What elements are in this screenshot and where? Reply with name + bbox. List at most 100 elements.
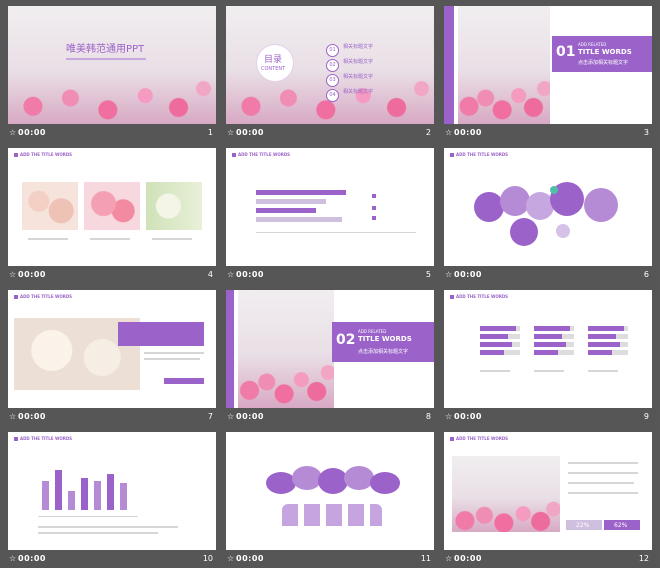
hbar-fill — [588, 342, 620, 347]
slide-thumbnail-8[interactable]: 02 ADD RELATED TITLE WORDS 点击添加相关标题文字 ☆ … — [226, 290, 434, 426]
slide-10-number: 10 — [202, 554, 213, 563]
text-line — [90, 238, 130, 240]
slide-thumbnail-10[interactable]: ADD THE TITLE WORDS ☆ 00:00 10 — [8, 432, 216, 568]
slide-5-title: ADD THE TITLE WORDS — [232, 152, 290, 157]
column-chart — [38, 466, 138, 510]
slide-2-time: 00:00 — [236, 128, 264, 137]
floral-image — [452, 456, 560, 532]
hbar — [534, 350, 574, 355]
hbar-fill — [534, 326, 570, 331]
slide-11-time: 00:00 — [236, 554, 264, 563]
hbar-fill — [588, 326, 624, 331]
text-line — [38, 532, 158, 534]
section-heading: TITLE WORDS — [358, 335, 412, 343]
text-line — [568, 472, 638, 474]
text-line — [568, 482, 634, 484]
star-icon: ☆ — [445, 554, 453, 563]
hbar-fill — [480, 326, 516, 331]
star-icon: ☆ — [445, 270, 453, 279]
slide-6-title: ADD THE TITLE WORDS — [450, 152, 508, 157]
bubble — [500, 186, 530, 216]
hbar-fill — [480, 350, 504, 355]
slide-5-number: 5 — [425, 270, 431, 279]
legend-marker — [372, 206, 376, 210]
percent-1: 22% — [576, 522, 590, 529]
toc-item-label: 相关标题文字 — [343, 44, 374, 50]
hbar-fill — [480, 334, 508, 339]
slide-thumbnail-4[interactable]: ADD THE TITLE WORDS ☆ 00:00 4 — [8, 148, 216, 284]
column-bar — [42, 481, 49, 510]
floral-image — [458, 6, 550, 124]
slide-7-number: 7 — [207, 412, 213, 421]
bubble-small — [556, 224, 570, 238]
slide-3-meta: ☆ 00:00 3 — [444, 126, 652, 140]
star-icon: ☆ — [9, 554, 17, 563]
slide-12-canvas: ADD THE TITLE WORDS 22% 62% — [444, 432, 652, 550]
slide-thumbnail-2[interactable]: 目录 CONTENT 01 相关标题文字 02 相关标题文字 03 相关标题文字 04 相关标… — [226, 6, 434, 142]
dot-accent — [550, 186, 558, 194]
toc-item: 04 相关标题文字 — [326, 81, 373, 102]
text-line — [588, 370, 618, 372]
slide-thumbnail-6[interactable]: ADD THE TITLE WORDS ☆ 00:00 6 — [444, 148, 652, 284]
hbar — [256, 190, 346, 195]
percent-box: 62% — [604, 520, 640, 530]
slide-thumbnail-1[interactable]: 唯美韩范通用PPT ☆ 00:00 1 — [8, 6, 216, 142]
toc-item-label: 相关标题文字 — [343, 74, 374, 80]
star-icon: ☆ — [227, 412, 235, 421]
star-icon: ☆ — [9, 128, 17, 137]
slide-3-canvas: 01 ADD RELATED TITLE WORDS 点击添加相关标题文字 — [444, 6, 652, 124]
slide-1-subtitle-line — [66, 58, 146, 60]
image-flowers-3 — [146, 182, 202, 230]
slide-4-title: ADD THE TITLE WORDS — [14, 152, 72, 157]
hbar-fill — [588, 334, 616, 339]
slide-thumbnail-9[interactable]: ADD THE TITLE WORDS ☆ 00:00 9 — [444, 290, 652, 426]
toc-subtitle: CONTENT — [261, 66, 286, 72]
text-line — [534, 370, 564, 372]
slide-1-number: 1 — [207, 128, 213, 137]
hbar — [588, 350, 628, 355]
slide-9-number: 9 — [643, 412, 649, 421]
side-bar — [226, 290, 234, 408]
slide-5-meta: ☆ 00:00 5 — [226, 268, 434, 282]
toc-item-label: 相关标题文字 — [343, 89, 374, 95]
column-bar — [55, 470, 62, 510]
axis — [256, 232, 416, 233]
star-icon: ☆ — [9, 412, 17, 421]
slide-1-canvas: 唯美韩范通用PPT — [8, 6, 216, 124]
hbar — [480, 326, 520, 331]
slide-1-time: 00:00 — [18, 128, 46, 137]
image-roses-1 — [22, 182, 78, 230]
hbar-fill — [534, 350, 558, 355]
slide-8-meta: ☆ 00:00 8 — [226, 410, 434, 424]
slide-9-meta: ☆ 00:00 9 — [444, 410, 652, 424]
slide-thumbnail-12[interactable]: ADD THE TITLE WORDS 22% 62% ☆ 00:00 12 — [444, 432, 652, 568]
slide-12-time: 00:00 — [454, 554, 482, 563]
slide-3-time: 00:00 — [454, 128, 482, 137]
slide-2-number: 2 — [425, 128, 431, 137]
slide-4-number: 4 — [207, 270, 213, 279]
slide-1-meta: ☆ 00:00 1 — [8, 126, 216, 140]
slide-11-canvas — [226, 432, 434, 550]
percent-2: 62% — [614, 522, 628, 529]
slide-6-meta: ☆ 00:00 6 — [444, 268, 652, 282]
column-bar — [68, 490, 75, 510]
section-panel: 01 ADD RELATED TITLE WORDS 点击添加相关标题文字 — [552, 36, 652, 72]
section-heading: TITLE WORDS — [578, 48, 632, 56]
star-icon: ☆ — [445, 128, 453, 137]
bubble-megaphone — [584, 188, 618, 222]
slide-thumbnail-7[interactable]: ADD THE TITLE WORDS ☆ 00:00 7 — [8, 290, 216, 426]
slide-thumbnail-3[interactable]: 01 ADD RELATED TITLE WORDS 点击添加相关标题文字 ☆ … — [444, 6, 652, 142]
hbar-fill — [480, 342, 512, 347]
slide-thumbnail-11[interactable]: ☆ 00:00 11 — [226, 432, 434, 568]
slide-8-time: 00:00 — [236, 412, 264, 421]
section-number: 01 — [556, 44, 576, 60]
text-line — [38, 526, 178, 528]
slide-10-canvas: ADD THE TITLE WORDS — [8, 432, 216, 550]
bubble-calendar — [510, 218, 538, 246]
slide-7-time: 00:00 — [18, 412, 46, 421]
axis — [38, 516, 138, 517]
slide-11-number: 11 — [420, 554, 431, 563]
star-icon: ☆ — [9, 270, 17, 279]
legend-marker — [372, 194, 376, 198]
slide-thumbnail-5[interactable]: ADD THE TITLE WORDS ☆ 00:00 5 — [226, 148, 434, 284]
